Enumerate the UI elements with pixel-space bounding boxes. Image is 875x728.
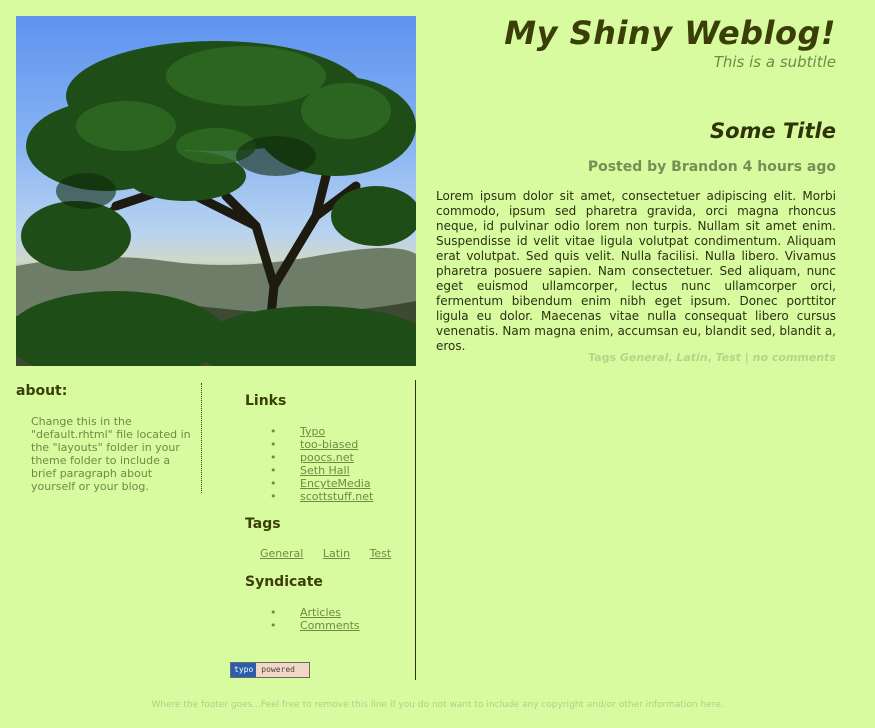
header-photo bbox=[16, 16, 416, 366]
link-typo[interactable]: Typo bbox=[300, 425, 325, 438]
blog-subtitle: This is a subtitle bbox=[713, 53, 836, 71]
tag-link-latin[interactable]: Latin bbox=[323, 547, 350, 560]
list-item: Typo bbox=[270, 425, 373, 438]
link-poocs[interactable]: poocs.net bbox=[300, 451, 354, 464]
list-item: Seth Hall bbox=[270, 464, 373, 477]
tags-separator: | bbox=[744, 351, 749, 364]
post-tags: Tags General, Latin, Test | no comments bbox=[588, 351, 836, 364]
blog-title: My Shiny Weblog! bbox=[504, 14, 836, 52]
typo-powered-badge[interactable]: typo powered bbox=[230, 662, 310, 678]
list-item: scottstuff.net bbox=[270, 490, 373, 503]
post-tag-link[interactable]: General bbox=[620, 351, 668, 364]
post-body: Lorem ipsum dolor sit amet, consectetuer… bbox=[436, 189, 836, 353]
post-meta: Posted by Brandon 4 hours ago bbox=[587, 159, 836, 175]
tag-link-general[interactable]: General bbox=[260, 547, 303, 560]
post-title[interactable]: Some Title bbox=[710, 119, 836, 143]
tag-link-test[interactable]: Test bbox=[370, 547, 392, 560]
syndicate-heading: Syndicate bbox=[245, 574, 323, 590]
feed-articles-link[interactable]: Articles bbox=[300, 606, 341, 619]
about-heading: about: bbox=[16, 383, 68, 399]
link-scottstuff[interactable]: scottstuff.net bbox=[300, 490, 373, 503]
links-heading: Links bbox=[245, 393, 287, 409]
post-tags-prefix: Tags bbox=[588, 351, 617, 364]
post-tag-link[interactable]: Test bbox=[716, 351, 741, 364]
badge-typo-label: typo bbox=[231, 663, 257, 677]
syndicate-list: Articles Comments bbox=[270, 606, 360, 632]
links-list: Typo too-biased poocs.net Seth Hall Ency… bbox=[270, 425, 373, 503]
vertical-divider bbox=[415, 380, 416, 680]
tags-row: General Latin Test bbox=[260, 547, 407, 560]
badge-powered-label: powered bbox=[261, 665, 295, 674]
about-text: Change this in the "default.rhtml" file … bbox=[31, 415, 191, 493]
link-too-biased[interactable]: too-biased bbox=[300, 438, 358, 451]
list-item: poocs.net bbox=[270, 451, 373, 464]
footer-text: Where the footer goes...Feel free to rem… bbox=[151, 700, 724, 710]
feed-comments-link[interactable]: Comments bbox=[300, 619, 360, 632]
list-item: Articles bbox=[270, 606, 360, 619]
tags-heading: Tags bbox=[245, 516, 281, 532]
list-item: Comments bbox=[270, 619, 360, 632]
link-encytemedia[interactable]: EncyteMedia bbox=[300, 477, 371, 490]
dotted-divider bbox=[201, 383, 202, 493]
link-seth-hall[interactable]: Seth Hall bbox=[300, 464, 350, 477]
list-item: too-biased bbox=[270, 438, 373, 451]
list-item: EncyteMedia bbox=[270, 477, 373, 490]
post-tag-link[interactable]: Latin bbox=[676, 351, 707, 364]
comments-link[interactable]: no comments bbox=[753, 351, 836, 364]
